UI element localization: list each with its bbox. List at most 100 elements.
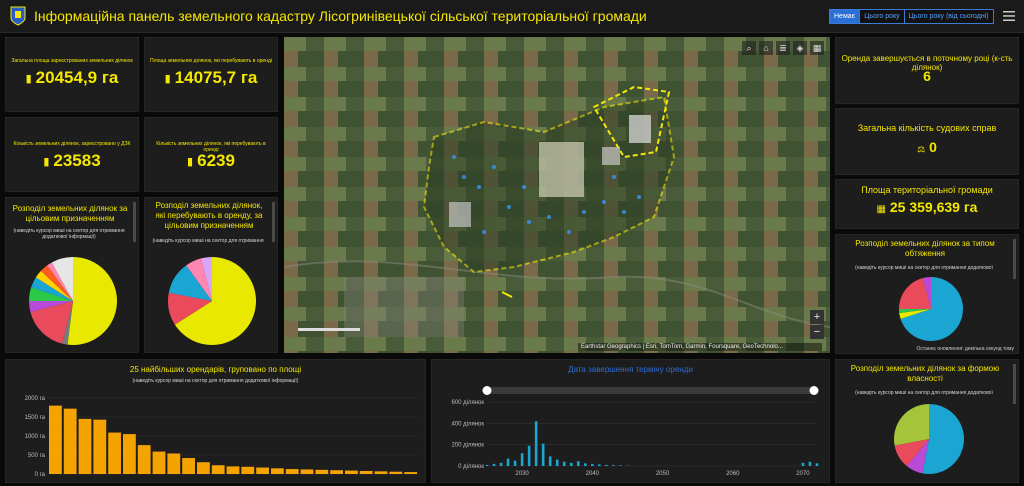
- scrollbar[interactable]: [1013, 239, 1016, 279]
- timeline-bar-2038[interactable]: [576, 461, 580, 466]
- tab-this-year[interactable]: Цього року: [859, 9, 905, 24]
- home-icon[interactable]: ⌂: [759, 41, 773, 55]
- bar-14[interactable]: [241, 466, 255, 474]
- kpi-label: Загальна кількість судових справ: [857, 123, 997, 133]
- layers-icon[interactable]: ◈: [793, 41, 807, 55]
- bar-1[interactable]: [49, 405, 62, 474]
- x-tick-label: 2050: [656, 471, 670, 477]
- lease-end-timeline-chart[interactable]: 0 ділянок 200 ділянок 400 ділянок 600 ділян…: [432, 382, 830, 482]
- scrollbar[interactable]: [133, 202, 136, 242]
- timeline-bar-2040[interactable]: [591, 463, 594, 466]
- timeline-bar-2033[interactable]: [541, 443, 545, 466]
- timeline-bar-2029[interactable]: [513, 460, 517, 466]
- range-slider-end-handle[interactable]: [809, 386, 819, 395]
- kpi-value: 23583: [53, 151, 101, 170]
- bar-15[interactable]: [256, 467, 269, 474]
- timeline-bar-2026[interactable]: [492, 463, 496, 466]
- kpi-value: 25 359,639 га: [889, 199, 978, 215]
- panel-title: Розподіл земельних ділянок за формою вла…: [850, 364, 1000, 383]
- timeline-bar-2030[interactable]: [520, 453, 524, 466]
- timeline-bar-2042[interactable]: [605, 464, 608, 466]
- timeline-bar-2044[interactable]: [619, 465, 622, 466]
- pie-panel-purpose: Розподіл земельних ділянок за цільовим п…: [5, 197, 139, 353]
- bar-8[interactable]: [152, 451, 166, 474]
- cadastre-map[interactable]: ⌕ ⌂ ≣ ◈ ▦ + − Earthstar Geographics | Es…: [284, 37, 830, 353]
- scrollbar[interactable]: [272, 202, 275, 242]
- bar-17[interactable]: [285, 469, 299, 474]
- kpi-leased-area: Площа земельних ділянок, які перебувають…: [144, 37, 278, 112]
- timeline-bar-2043[interactable]: [612, 465, 615, 466]
- bar-21[interactable]: [345, 470, 358, 474]
- bar-10[interactable]: [182, 458, 195, 474]
- timeline-bar-2039[interactable]: [583, 463, 587, 466]
- court-icon: ⚖: [917, 144, 926, 154]
- pie-slice-3[interactable]: [894, 404, 929, 446]
- pie-panel-encumbrance: Розподіл земельних ділянок за типом обтя…: [835, 234, 1019, 354]
- tab-this-year-from-today[interactable]: Цього року (від сьогодні): [903, 9, 994, 24]
- kpi-value: 0: [929, 139, 937, 155]
- zoom-in-button[interactable]: +: [810, 310, 824, 324]
- bar-23[interactable]: [374, 471, 388, 474]
- timeline-bar-2028[interactable]: [506, 458, 510, 466]
- app-title: Інформаційна панель земельного кадастру …: [34, 8, 647, 24]
- legend-icon[interactable]: ≣: [776, 41, 790, 55]
- bar-11[interactable]: [197, 462, 210, 474]
- pie-chart-purpose[interactable]: [28, 256, 118, 346]
- header-bar: Інформаційна панель земельного кадастру …: [0, 0, 1024, 33]
- bar-22[interactable]: [359, 470, 373, 474]
- satellite-imagery: [284, 37, 830, 353]
- hamburger-menu-icon[interactable]: [1003, 10, 1015, 22]
- timeline-bar-2072[interactable]: [815, 463, 819, 466]
- kpi-label: Загальна площа зареєстрованих земельних …: [11, 58, 133, 64]
- bar-20[interactable]: [330, 470, 343, 474]
- y-tick-label: 600 ділянок: [451, 400, 484, 406]
- bar-25[interactable]: [404, 472, 417, 474]
- map-icon: ▦: [876, 204, 886, 215]
- pie-chart-lease-purpose[interactable]: [167, 256, 257, 346]
- timeline-bar-2027[interactable]: [499, 462, 503, 466]
- kpi-registered-parcels-count: Кількість земельних ділянок, зареєстрова…: [5, 117, 139, 192]
- range-slider-start-handle[interactable]: [482, 386, 492, 395]
- y-tick-label: 200 ділянок: [451, 443, 484, 449]
- bar-3[interactable]: [78, 418, 92, 474]
- timeline-bar-2031[interactable]: [527, 445, 531, 466]
- timeline-bar-2036[interactable]: [562, 461, 566, 466]
- qr-code-icon[interactable]: ▦: [810, 41, 824, 55]
- kpi-community-area: Площа територіальної громади ▦ 25 359,63…: [835, 179, 1019, 229]
- timeline-bar-2070[interactable]: [801, 462, 805, 466]
- bar-7[interactable]: [137, 445, 151, 474]
- search-icon[interactable]: ⌕: [742, 41, 756, 55]
- timeline-bar-2041[interactable]: [598, 464, 601, 466]
- bar-19[interactable]: [315, 469, 329, 474]
- kpi-value: 6: [923, 68, 931, 84]
- bar-12[interactable]: [211, 465, 225, 474]
- top-lessees-bar-chart[interactable]: 0 га 500 га 1000 га 1500 га 2000 га: [6, 388, 426, 483]
- pie-slice-0[interactable]: [67, 257, 117, 345]
- timeline-bar-2032[interactable]: [534, 421, 538, 466]
- timeline-bar-2035[interactable]: [555, 459, 559, 466]
- scrollbar[interactable]: [1013, 364, 1016, 404]
- bar-4[interactable]: [93, 419, 107, 474]
- bar-18[interactable]: [300, 469, 314, 474]
- panel-hint: (наведіть курсор миші на сектор для отри…: [855, 265, 993, 271]
- timeline-bar-2071[interactable]: [808, 461, 812, 466]
- bar-9[interactable]: [167, 453, 181, 474]
- zoom-out-button[interactable]: −: [810, 325, 824, 339]
- bar-5[interactable]: [108, 432, 121, 474]
- kpi-court-cases: Загальна кількість судових справ ⚖ 0: [835, 108, 1019, 175]
- bar-6[interactable]: [123, 434, 136, 474]
- bar-16[interactable]: [271, 468, 284, 474]
- range-slider-track[interactable]: [485, 387, 815, 394]
- pie-chart-ownership[interactable]: [893, 403, 965, 475]
- lease-end-timeline-panel: Дата завершення терміну оренди 0 ділянок…: [431, 359, 830, 483]
- y-tick-label: 1500 га: [25, 415, 46, 421]
- pie-chart-encumbrance[interactable]: [898, 276, 964, 342]
- y-tick-label: 500 га: [28, 453, 46, 459]
- timeline-bar-2025[interactable]: [485, 464, 489, 466]
- timeline-bar-2037[interactable]: [569, 462, 573, 466]
- bar-2[interactable]: [63, 408, 77, 474]
- bar-13[interactable]: [226, 466, 240, 474]
- tab-none[interactable]: Немає: [829, 9, 861, 24]
- timeline-bar-2034[interactable]: [548, 456, 552, 466]
- bar-24[interactable]: [389, 471, 403, 474]
